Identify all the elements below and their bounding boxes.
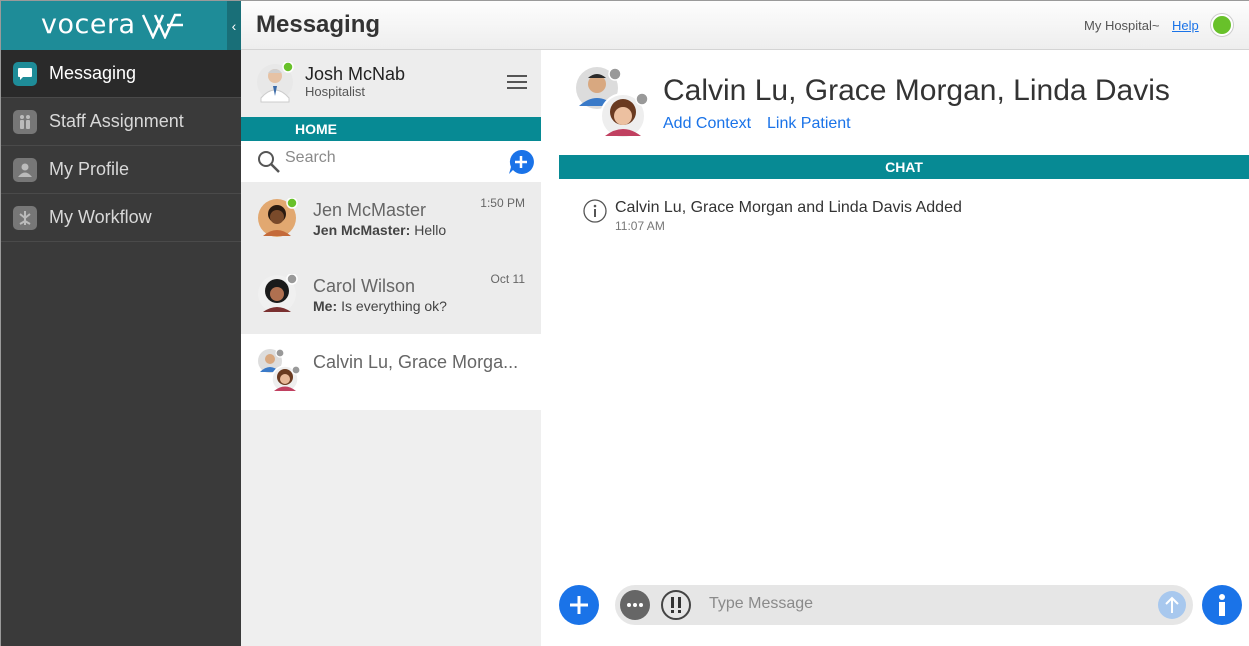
system-message-time: 11:07 AM (615, 219, 665, 233)
add-attachment-button[interactable] (559, 585, 599, 625)
conversation-item-jen-mcmaster[interactable]: Jen McMaster Jen McMaster: Hello 1:50 PM (241, 182, 541, 258)
workflow-icon (13, 205, 37, 230)
preview-sender: Jen McMaster: (313, 222, 411, 238)
sidebar-item-label: My Workflow (49, 207, 152, 227)
list-empty-area (241, 410, 541, 635)
info-icon (583, 199, 607, 223)
more-dots-icon (627, 603, 643, 607)
urgent-button[interactable] (661, 590, 691, 620)
chat-section-header: CHAT (559, 155, 1249, 179)
preview-sender: Me: (313, 298, 338, 314)
conversation-item-group[interactable]: Calvin Lu, Grace Morga... (241, 334, 541, 410)
brand-name: vocera (41, 9, 136, 40)
plus-icon (570, 596, 588, 614)
chat-pane: Calvin Lu, Grace Morgan, Linda Davis Add… (541, 50, 1249, 646)
conversation-name: Jen McMaster (313, 200, 427, 220)
chevron-left-icon: ‹ (231, 17, 237, 34)
status-indicator[interactable] (1211, 14, 1233, 36)
system-message: Calvin Lu, Grace Morgan and Linda Davis … (583, 199, 962, 233)
conversation-info-button[interactable] (1202, 585, 1242, 625)
sidebar: vocera ‹ Messaging Staff Assignment My P… (1, 1, 241, 646)
arrow-up-icon (1165, 596, 1179, 613)
help-link[interactable]: Help (1172, 18, 1199, 33)
search-input[interactable] (285, 149, 485, 167)
home-section-header: HOME (241, 117, 541, 141)
conversation-name: Carol Wilson (313, 276, 416, 296)
person-icon (13, 157, 37, 182)
user-role: Hospitalist (305, 84, 365, 99)
system-message-text: Calvin Lu, Grace Morgan and Linda Davis … (615, 199, 962, 216)
conversation-time: Oct 11 (490, 272, 525, 286)
sidebar-item-label: My Profile (49, 159, 130, 179)
sidebar-item-label: Staff Assignment (49, 111, 184, 131)
contact-avatar (258, 198, 298, 237)
current-user-card: Josh McNab Hospitalist (241, 50, 541, 117)
new-message-button[interactable] (508, 149, 534, 175)
conversation-preview: Jen McMaster: Hello (313, 222, 446, 238)
group-avatar (258, 348, 301, 393)
hospital-selector[interactable]: My Hospital~ (1084, 18, 1160, 33)
sidebar-item-my-workflow[interactable]: My Workflow (1, 194, 241, 242)
search-icon (258, 151, 280, 173)
link-patient-link[interactable]: Link Patient (767, 115, 851, 133)
sidebar-item-staff-assignment[interactable]: Staff Assignment (1, 98, 241, 146)
vocera-logo: vocera ‹ (1, 1, 241, 50)
chat-icon (13, 61, 37, 86)
sidebar-item-label: Messaging (49, 63, 137, 83)
preview-text: Is everything ok? (341, 298, 447, 314)
conversation-item-carol-wilson[interactable]: Carol Wilson Me: Is everything ok? Oct 11 (241, 258, 541, 334)
staff-icon (13, 109, 37, 134)
vocera-logo-mark-icon (141, 13, 183, 39)
sidebar-item-messaging[interactable]: Messaging (1, 50, 241, 98)
collapse-sidebar-button[interactable]: ‹ (227, 1, 241, 50)
more-options-button[interactable] (620, 590, 650, 620)
send-button[interactable] (1158, 591, 1186, 619)
search-bar (241, 141, 541, 182)
message-composer (615, 585, 1193, 625)
add-context-link[interactable]: Add Context (663, 115, 751, 133)
sidebar-item-my-profile[interactable]: My Profile (1, 146, 241, 194)
chat-title: Calvin Lu, Grace Morgan, Linda Davis (663, 74, 1170, 107)
conversation-name: Calvin Lu, Grace Morga... (313, 352, 519, 372)
user-avatar (257, 62, 294, 103)
hamburger-menu-icon[interactable] (507, 74, 527, 90)
page-title: Messaging (256, 11, 381, 38)
message-input[interactable] (709, 595, 1109, 613)
top-header: Messaging My Hospital~ Help (241, 1, 1249, 50)
conversation-time: 1:50 PM (480, 196, 525, 210)
conversation-preview: Me: Is everything ok? (313, 298, 447, 314)
contact-avatar (258, 274, 298, 313)
preview-text: Hello (414, 222, 447, 238)
user-name: Josh McNab (305, 64, 406, 84)
conversation-list-panel: Josh McNab Hospitalist HOME Jen McMaster… (241, 50, 541, 646)
urgent-icon (671, 597, 681, 613)
chat-group-avatar (576, 67, 649, 139)
info-icon (1219, 594, 1225, 616)
